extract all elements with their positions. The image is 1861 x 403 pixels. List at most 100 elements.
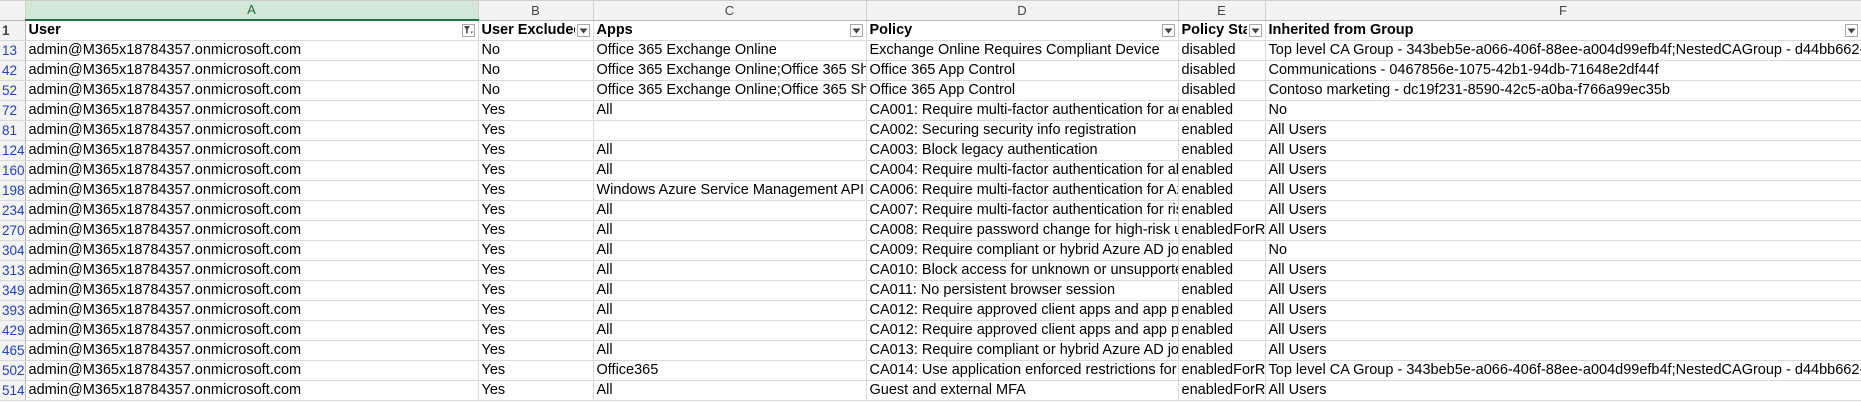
cell-inherited[interactable]: All Users: [1265, 220, 1861, 241]
cell-policy[interactable]: CA012: Require approved client apps and …: [866, 320, 1179, 341]
cell-user-excluded[interactable]: Yes: [478, 180, 594, 201]
row-number[interactable]: 13: [0, 40, 26, 61]
row-number[interactable]: 160: [0, 160, 26, 181]
cell-policy-state[interactable]: enabled: [1178, 160, 1266, 181]
cell-user-excluded[interactable]: Yes: [478, 380, 594, 401]
cell-policy-state[interactable]: enabled: [1178, 240, 1266, 261]
header-inherited[interactable]: Inherited from Group: [1265, 20, 1861, 41]
cell-user[interactable]: admin@M365x18784357.onmicrosoft.com: [25, 200, 479, 221]
column-header-e[interactable]: E: [1178, 0, 1266, 21]
cell-policy-state[interactable]: enabled: [1178, 260, 1266, 281]
cell-user-excluded[interactable]: Yes: [478, 320, 594, 341]
cell-user[interactable]: admin@M365x18784357.onmicrosoft.com: [25, 180, 479, 201]
cell-inherited[interactable]: All Users: [1265, 200, 1861, 221]
cell-policy-state[interactable]: disabled: [1178, 80, 1266, 101]
row-number[interactable]: 502: [0, 360, 26, 381]
cell-apps[interactable]: All: [593, 240, 867, 261]
cell-user[interactable]: admin@M365x18784357.onmicrosoft.com: [25, 340, 479, 361]
column-header-d[interactable]: D: [866, 0, 1179, 21]
cell-user[interactable]: admin@M365x18784357.onmicrosoft.com: [25, 80, 479, 101]
cell-user[interactable]: admin@M365x18784357.onmicrosoft.com: [25, 60, 479, 81]
cell-user[interactable]: admin@M365x18784357.onmicrosoft.com: [25, 40, 479, 61]
cell-policy-state[interactable]: enabled: [1178, 300, 1266, 321]
cell-policy-state[interactable]: enabled: [1178, 340, 1266, 361]
cell-user-excluded[interactable]: Yes: [478, 240, 594, 261]
column-header-b[interactable]: B: [478, 0, 594, 21]
row-number[interactable]: 52: [0, 80, 26, 101]
cell-user[interactable]: admin@M365x18784357.onmicrosoft.com: [25, 240, 479, 261]
cell-apps[interactable]: Office365: [593, 360, 867, 381]
header-user[interactable]: User: [25, 20, 479, 41]
cell-policy[interactable]: Office 365 App Control: [866, 80, 1179, 101]
cell-inherited[interactable]: No: [1265, 100, 1861, 121]
column-header-a[interactable]: A: [25, 0, 479, 21]
cell-user-excluded[interactable]: Yes: [478, 200, 594, 221]
cell-user[interactable]: admin@M365x18784357.onmicrosoft.com: [25, 160, 479, 181]
cell-user-excluded[interactable]: Yes: [478, 260, 594, 281]
dropdown-arrow-icon[interactable]: [576, 24, 590, 37]
header-apps[interactable]: Apps: [593, 20, 867, 41]
row-number[interactable]: 42: [0, 60, 26, 81]
cell-policy-state[interactable]: enabledForReportingButNotEnforced: [1178, 380, 1266, 401]
cell-user[interactable]: admin@M365x18784357.onmicrosoft.com: [25, 280, 479, 301]
cell-policy-state[interactable]: enabledForReportingButNotEnforced: [1178, 220, 1266, 241]
header-user-excluded[interactable]: User Excluded: [478, 20, 594, 41]
cell-policy-state[interactable]: enabled: [1178, 140, 1266, 161]
select-all-corner[interactable]: [0, 0, 26, 21]
cell-apps[interactable]: All: [593, 320, 867, 341]
cell-policy-state[interactable]: enabledForReportingButNotEnforced: [1178, 360, 1266, 381]
row-number[interactable]: 124: [0, 140, 26, 161]
cell-policy[interactable]: Office 365 App Control: [866, 60, 1179, 81]
cell-inherited[interactable]: All Users: [1265, 320, 1861, 341]
row-number[interactable]: 1: [0, 20, 26, 41]
cell-policy[interactable]: CA001: Require multi-factor authenticati…: [866, 100, 1179, 121]
cell-policy[interactable]: CA012: Require approved client apps and …: [866, 300, 1179, 321]
cell-apps[interactable]: Office 365 Exchange Online: [593, 40, 867, 61]
cell-user-excluded[interactable]: Yes: [478, 120, 594, 141]
cell-inherited[interactable]: Contoso marketing - dc19f231-8590-42c5-a…: [1265, 80, 1861, 101]
cell-policy[interactable]: CA010: Block access for unknown or unsup…: [866, 260, 1179, 281]
row-number[interactable]: 349: [0, 280, 26, 301]
cell-apps[interactable]: All: [593, 220, 867, 241]
row-number[interactable]: 270: [0, 220, 26, 241]
cell-policy[interactable]: CA011: No persistent browser session: [866, 280, 1179, 301]
filter-funnel-icon[interactable]: [461, 24, 475, 37]
cell-user-excluded[interactable]: Yes: [478, 140, 594, 161]
dropdown-arrow-icon[interactable]: [1844, 24, 1858, 37]
cell-inherited[interactable]: All Users: [1265, 340, 1861, 361]
cell-apps[interactable]: Office 365 Exchange Online;Office 365 Sh…: [593, 60, 867, 81]
cell-user[interactable]: admin@M365x18784357.onmicrosoft.com: [25, 300, 479, 321]
cell-user[interactable]: admin@M365x18784357.onmicrosoft.com: [25, 360, 479, 381]
row-number[interactable]: 313: [0, 260, 26, 281]
cell-policy[interactable]: Guest and external MFA: [866, 380, 1179, 401]
row-number[interactable]: 514: [0, 380, 26, 401]
cell-policy[interactable]: CA003: Block legacy authentication: [866, 140, 1179, 161]
cell-inherited[interactable]: All Users: [1265, 120, 1861, 141]
cell-apps[interactable]: Windows Azure Service Management API: [593, 180, 867, 201]
cell-inherited[interactable]: All Users: [1265, 140, 1861, 161]
cell-apps[interactable]: [593, 120, 867, 141]
cell-user-excluded[interactable]: Yes: [478, 100, 594, 121]
header-policy[interactable]: Policy: [866, 20, 1179, 41]
cell-apps[interactable]: All: [593, 340, 867, 361]
cell-inherited[interactable]: All Users: [1265, 380, 1861, 401]
cell-user-excluded[interactable]: No: [478, 40, 594, 61]
cell-apps[interactable]: All: [593, 300, 867, 321]
row-number[interactable]: 72: [0, 100, 26, 121]
dropdown-arrow-icon[interactable]: [849, 24, 863, 37]
cell-policy-state[interactable]: enabled: [1178, 280, 1266, 301]
cell-user[interactable]: admin@M365x18784357.onmicrosoft.com: [25, 100, 479, 121]
cell-apps[interactable]: All: [593, 280, 867, 301]
cell-policy-state[interactable]: enabled: [1178, 120, 1266, 141]
cell-policy-state[interactable]: disabled: [1178, 60, 1266, 81]
cell-apps[interactable]: All: [593, 100, 867, 121]
cell-user-excluded[interactable]: Yes: [478, 340, 594, 361]
cell-user-excluded[interactable]: Yes: [478, 360, 594, 381]
cell-user-excluded[interactable]: No: [478, 80, 594, 101]
dropdown-arrow-icon[interactable]: [1161, 24, 1175, 37]
cell-policy[interactable]: Exchange Online Requires Compliant Devic…: [866, 40, 1179, 61]
column-header-c[interactable]: C: [593, 0, 867, 21]
cell-policy-state[interactable]: enabled: [1178, 320, 1266, 341]
cell-inherited[interactable]: All Users: [1265, 280, 1861, 301]
cell-inherited[interactable]: All Users: [1265, 300, 1861, 321]
